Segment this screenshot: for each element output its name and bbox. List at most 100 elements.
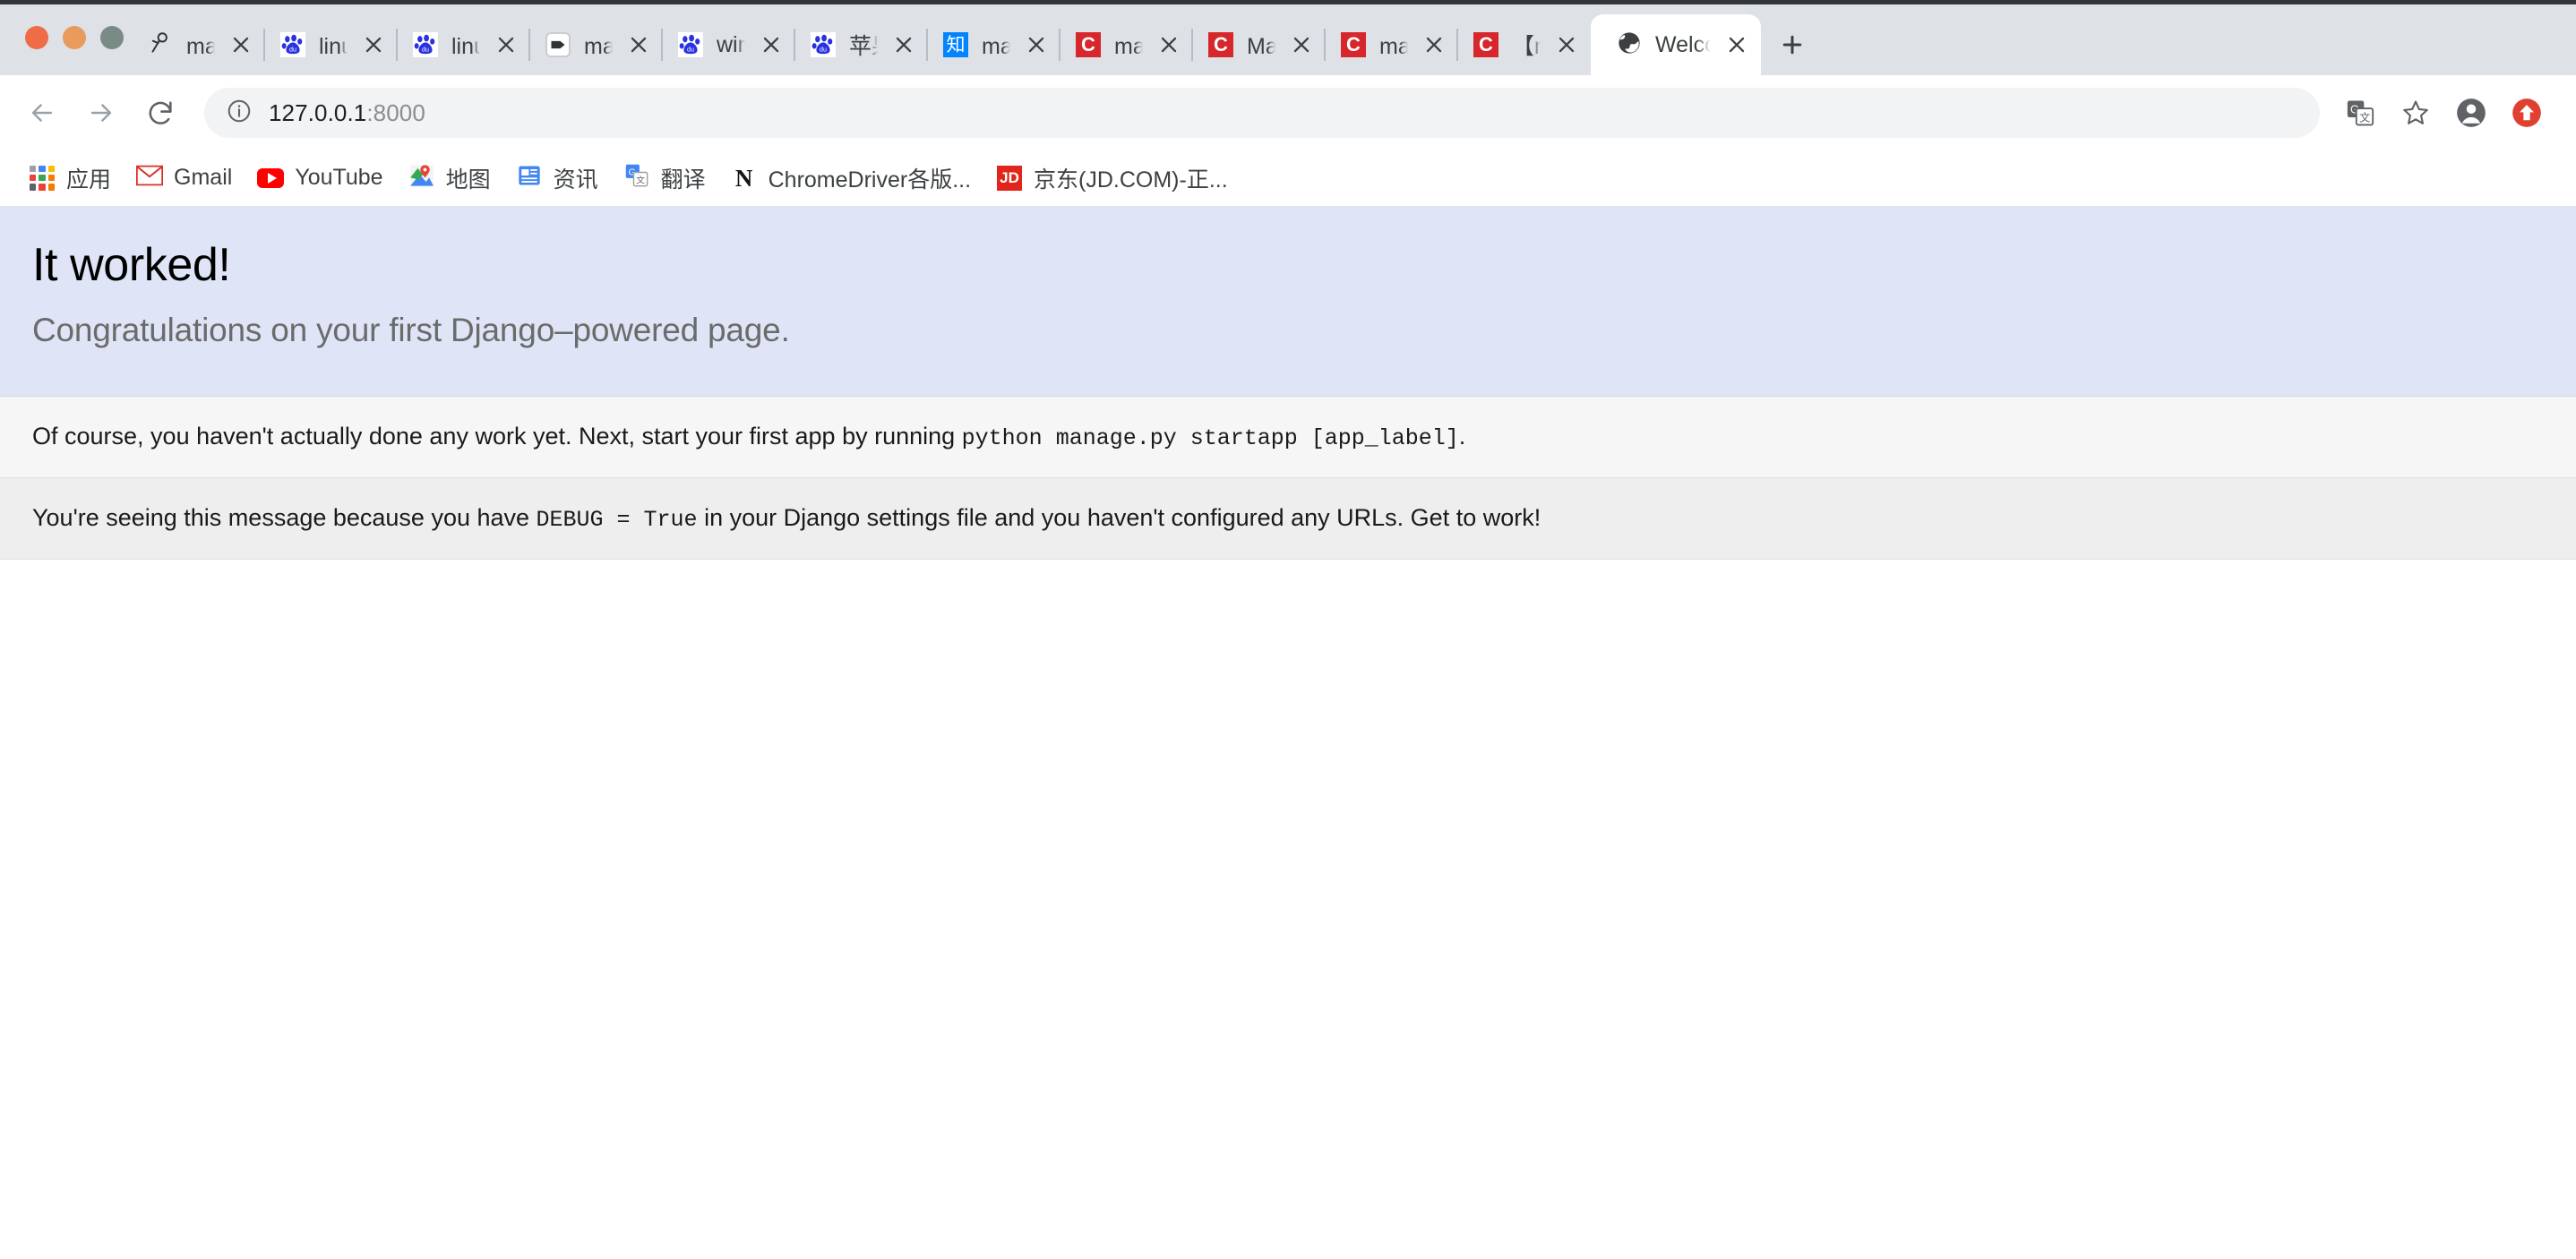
update-chrome-button[interactable] [2499,87,2555,139]
tab-strip: mac下载 du linux 改 du linux怎么 mac 的 du window du 苹果… [0,0,2576,75]
debug-text-post: in your Django settings file and you hav… [697,503,1541,531]
address-bar[interactable]: 127.0.0.1:8000 [204,88,2320,138]
bookmark-favicon: G文 [623,164,650,192]
tab-close-button[interactable] [1023,31,1050,58]
csdn-icon: C [1076,32,1101,57]
close-icon [1293,37,1309,53]
tab-favicon: du [279,31,306,58]
svg-text:du: du [289,47,296,54]
info-band-startapp: Of course, you haven't actually done any… [0,397,2576,478]
bookmark-item[interactable]: 应用 [16,157,124,200]
bookmark-item[interactable]: Gmail [124,159,245,197]
close-icon [631,37,647,53]
tab-close-button[interactable] [493,31,519,58]
address-bar-url: 127.0.0.1:8000 [269,99,425,127]
browser-window: mac下载 du linux 改 du linux怎么 mac 的 du window du 苹果… [0,0,2576,1259]
tab-close-button[interactable] [228,31,254,58]
bookmark-favicon: N [731,165,758,192]
tab-close-button[interactable] [1421,31,1447,58]
maximize-window-button[interactable] [100,26,124,49]
gmail-icon [136,165,164,191]
browser-tab[interactable]: Cmac安装 [1060,14,1193,75]
star-icon [2403,100,2428,124]
browser-tab[interactable]: C Mac上配 [1193,14,1326,75]
browser-tab[interactable]: 知 mac安装 [928,14,1060,75]
n-icon: N [734,164,753,192]
tab-title: Welcome [1655,31,1711,57]
tab-title: mac安装 [982,34,1010,59]
arrow-right-icon [90,104,112,122]
browser-tab[interactable]: mac 的 [530,14,663,75]
bookmark-item[interactable]: YouTube [245,159,395,197]
reload-icon [149,101,172,124]
bookmark-label: ChromeDriver各版... [768,167,972,193]
tab-favicon [147,31,174,58]
bookmark-favicon [257,165,285,192]
new-tab-button[interactable] [1761,14,1824,75]
bookmark-item[interactable]: JD 京东(JD.COM)-正... [983,157,1241,200]
close-window-button[interactable] [25,26,48,49]
arrow-left-icon [31,104,53,122]
tab-title: mac安装 [1114,34,1143,59]
bookmark-label: Gmail [174,165,233,190]
close-icon [233,37,249,53]
profile-avatar-icon [2457,98,2486,127]
back-button[interactable] [16,87,68,139]
browser-toolbar: 127.0.0.1:8000 G 文 [0,75,2576,150]
tab-close-button[interactable] [890,31,917,58]
info-band-debug: You're seeing this message because you h… [0,477,2576,560]
sogou-icon [149,31,173,58]
svg-text:du: du [820,47,827,54]
browser-tab[interactable]: du linux 改 [265,14,398,75]
url-host: 127.0.0.1 [269,98,367,126]
tab-close-button[interactable] [1155,31,1182,58]
bookmark-item[interactable]: N ChromeDriver各版... [718,157,983,200]
bookmark-label: 资讯 [553,167,598,193]
site-info-icon[interactable] [226,98,253,129]
django-hero: It worked! Congratulations on your first… [0,206,2576,397]
forward-button[interactable] [75,87,127,139]
bookmark-star-button[interactable] [2388,87,2443,139]
baidu-icon: du [280,32,305,57]
reload-button[interactable] [134,87,186,139]
browser-tab[interactable]: du window [663,14,795,75]
browser-tab[interactable]: mac下载 [133,14,265,75]
tab-favicon: du [677,31,704,58]
browser-tab[interactable]: Cmac 下载 [1326,14,1458,75]
bookmark-favicon [29,165,56,192]
page-subtitle: Congratulations on your first Django–pow… [32,312,790,348]
update-arrow-icon [2512,98,2541,127]
bookmark-item[interactable]: G 文翻译 [611,157,718,200]
tab-favicon: du [810,31,837,58]
tab-close-button[interactable] [625,31,652,58]
bookmarks-bar: 应用 Gmail YouTube 地图 资讯 G 文翻译 N ChromeDriver各版...… [0,150,2576,206]
browser-tab[interactable]: Welcome [1591,14,1761,75]
profile-button[interactable] [2443,87,2499,139]
translate-button[interactable]: G 文 [2332,87,2388,139]
browser-tab[interactable]: du 苹果电脑 [795,14,928,75]
bookmark-item[interactable]: 资讯 [503,157,611,200]
close-icon [1558,37,1575,53]
tab-close-button[interactable] [1553,31,1580,58]
tab-close-button[interactable] [360,31,387,58]
close-icon [365,37,382,53]
zhihu-icon: 知 [943,32,968,57]
tab-close-button[interactable] [1723,31,1750,58]
bookmark-item[interactable]: 地图 [396,157,503,200]
tab-close-button[interactable] [758,31,785,58]
startapp-command: python manage.py startapp [app_label] [961,425,1459,451]
plus-icon [1782,35,1802,55]
news-icon [517,163,542,193]
minimize-window-button[interactable] [63,26,86,49]
close-icon [896,37,912,53]
csdn-icon: C [1473,32,1498,57]
maps-icon [409,163,434,193]
close-icon [1161,37,1177,53]
tab-close-button[interactable] [1288,31,1315,58]
bookmark-label: YouTube [295,165,383,190]
browser-tab[interactable]: du linux怎么 [398,14,530,75]
bookmark-label: 京东(JD.COM)-正... [1034,167,1228,193]
tab-title: mac 下载 [1379,34,1408,59]
browser-tab[interactable]: C 【mac】 [1458,14,1591,75]
tab-favicon: C [1075,31,1102,58]
